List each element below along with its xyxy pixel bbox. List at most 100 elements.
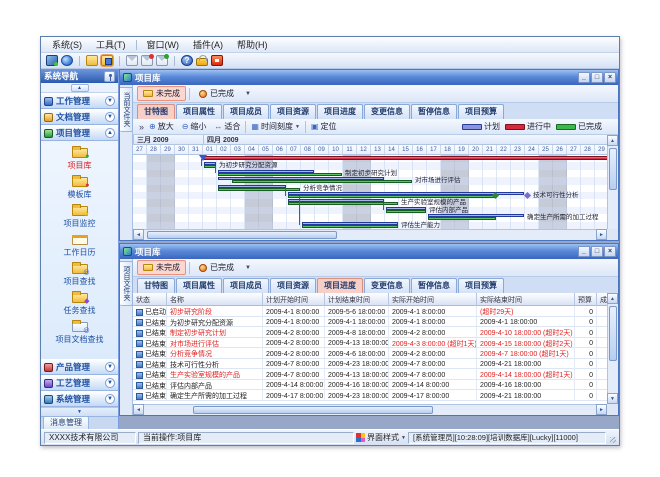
gantt-tab-5[interactable]: 变更信息 [364, 104, 410, 119]
ui-style-label[interactable]: 界面样式 [367, 432, 399, 443]
column-header-5[interactable]: 实际结束时间 [477, 293, 575, 306]
folder-open-icon[interactable] [86, 55, 98, 66]
chevron-icon[interactable]: ▼ [105, 112, 115, 122]
actual-bar[interactable] [288, 202, 398, 205]
table-row[interactable]: 已结束评估内部产品2009-4-14 8:00:002009-4-16 18:0… [133, 380, 607, 391]
scroll-down-icon[interactable]: ▼ [607, 393, 618, 404]
actual-bar[interactable] [302, 225, 398, 228]
scroll-left-icon[interactable]: ◄ [133, 229, 144, 240]
actual-bar[interactable] [288, 195, 496, 198]
chevron-icon[interactable]: ▲ [105, 128, 115, 138]
style-dropdown-icon[interactable]: ▼ [401, 435, 406, 441]
actual-bar[interactable] [428, 217, 496, 220]
column-header-2[interactable]: 计划开始时间 [263, 293, 325, 306]
table-window-titlebar[interactable]: 项目库 _ □ × [120, 244, 618, 259]
pin-icon[interactable] [104, 71, 115, 82]
exit-icon[interactable] [211, 55, 223, 66]
gantt-tab-1[interactable]: 项目属性 [176, 104, 222, 119]
table-filter-1[interactable]: 已完成 [193, 260, 240, 275]
table-tab-1[interactable]: 项目属性 [176, 278, 222, 293]
gantt-tab-2[interactable]: 项目成员 [223, 104, 269, 119]
maximize-icon[interactable]: □ [591, 72, 603, 83]
dropdown-icon[interactable]: ▼ [295, 124, 300, 130]
column-header-0[interactable]: 状态 [133, 293, 167, 306]
column-header-4[interactable]: 实际开始时间 [389, 293, 477, 306]
table-tab-5[interactable]: 变更信息 [364, 278, 410, 293]
collapse-up-icon[interactable]: ▲ [71, 84, 89, 92]
chevron-icon[interactable]: ▼ [105, 362, 115, 372]
mail-recv-icon[interactable] [141, 55, 153, 66]
scroll-up-icon[interactable]: ▲ [607, 293, 618, 304]
sidebar-item-6[interactable]: 项目文档查找 [41, 319, 118, 345]
table-row[interactable]: 已结束对市场进行评估2009-4-2 8:00:002009-4-13 18:0… [133, 338, 607, 349]
vscroll-thumb[interactable] [609, 148, 617, 190]
sidebar-group-5[interactable]: 系统管理▼ [41, 391, 118, 407]
column-header-1[interactable]: 名称 [167, 293, 263, 306]
menu-item-3[interactable]: 插件(A) [186, 37, 230, 52]
scroll-left-icon[interactable]: ◄ [133, 404, 144, 415]
chevron-icon[interactable]: ▼ [105, 96, 115, 106]
sidebar-item-5[interactable]: 任务查找 [41, 290, 118, 316]
sidebar-item-4[interactable]: 项目查找 [41, 261, 118, 287]
globe-icon[interactable] [61, 55, 73, 66]
column-header-3[interactable]: 计划结束时间 [325, 293, 389, 306]
sidebar-group-2[interactable]: 项目管理▲ [41, 125, 118, 141]
message-manage-tab[interactable]: 消息管理 [41, 416, 118, 429]
sidebar-item-1[interactable]: 模板库 [41, 174, 118, 200]
table-row[interactable]: 已结束确定生产所需的加工过程2009-4-17 8:00:002009-4-23… [133, 390, 607, 401]
close-icon[interactable]: × [604, 246, 616, 257]
table-tab-7[interactable]: 项目预算 [458, 278, 504, 293]
table-row[interactable]: 已结束为初步研究分配资源2009-4-1 8:00:002009-4-1 18:… [133, 317, 607, 328]
gantt-tab-7[interactable]: 项目预算 [458, 104, 504, 119]
gantt-filter-1[interactable]: 已完成 [193, 86, 240, 101]
gantt-hscrollbar[interactable]: ◄► [133, 229, 607, 240]
project-folder-tab[interactable]: 项目文件夹 [120, 261, 133, 306]
tool-4[interactable]: ▣定位 [308, 121, 340, 132]
lock-icon[interactable] [196, 58, 208, 66]
table-row[interactable]: 已结束技术可行性分析2009-4-7 8:00:002009-4-23 18:0… [133, 359, 607, 370]
scroll-right-icon[interactable]: ► [596, 404, 607, 415]
close-icon[interactable]: × [604, 72, 616, 83]
sidebar-group-0[interactable]: 工作管理▼ [41, 93, 118, 109]
menu-item-4[interactable]: 帮助(H) [230, 37, 275, 52]
style-grid-icon[interactable] [356, 433, 365, 442]
table-row[interactable]: 已结束生产实验室规模的产品2009-4-7 8:00:002009-4-13 1… [133, 369, 607, 380]
filter-overflow-icon[interactable]: ▼ [245, 91, 251, 97]
hscroll-thumb[interactable] [147, 231, 337, 239]
table-tab-2[interactable]: 项目成员 [223, 278, 269, 293]
sidebar-item-3[interactable]: 工作日历 [41, 232, 118, 258]
sidebar-item-2[interactable]: 项目监控 [41, 203, 118, 229]
chevron-icon[interactable]: ▼ [105, 394, 115, 404]
gantt-tab-0[interactable]: 甘特图 [137, 104, 175, 119]
computer-icon[interactable] [46, 55, 58, 66]
actual-bar[interactable] [218, 173, 342, 176]
table-row[interactable]: 已启动初步研究阶段2009-4-1 8:00:002009-5-6 18:00:… [133, 306, 607, 317]
sidebar-group-1[interactable]: 文档管理▼ [41, 109, 118, 125]
chevron-icon[interactable]: ▼ [105, 378, 115, 388]
mail-send-icon[interactable] [156, 55, 168, 66]
resize-grip[interactable] [608, 433, 616, 443]
sidebar-group-4[interactable]: 工艺管理▼ [41, 375, 118, 391]
tools-overflow-icon[interactable]: » [139, 122, 144, 132]
maximize-icon[interactable]: □ [591, 246, 603, 257]
actual-bar[interactable] [386, 210, 426, 213]
table-filter-0[interactable]: 未完成 [137, 260, 186, 275]
menu-item-2[interactable]: 窗口(W) [140, 37, 187, 52]
sidebar-item-0[interactable]: 项目库 [41, 145, 118, 171]
tool-3[interactable]: ▦时间刻度▼ [248, 121, 303, 132]
folder-save-icon[interactable] [101, 55, 113, 66]
column-header-6[interactable]: 预算 [575, 293, 597, 306]
sidebar-group-3[interactable]: 产品管理▼ [41, 359, 118, 375]
gantt-vscrollbar[interactable]: ▲▼ [607, 135, 618, 240]
table-hscrollbar[interactable]: ◄► [133, 404, 607, 415]
gantt-filter-0[interactable]: 未完成 [137, 86, 186, 101]
minimize-icon[interactable]: _ [578, 72, 590, 83]
table-tab-6[interactable]: 暂停信息 [411, 278, 457, 293]
table-row[interactable]: 已结束分析竞争情况2009-4-2 8:00:002009-4-6 18:00:… [133, 348, 607, 359]
hscroll-thumb[interactable] [193, 406, 433, 414]
mail-icon[interactable] [126, 55, 138, 66]
table-vscrollbar[interactable]: ▲▼ [607, 293, 618, 404]
tool-0[interactable]: ⊕放大 [146, 121, 177, 132]
actual-bar[interactable] [218, 188, 300, 191]
menu-item-1[interactable]: 工具(T) [89, 37, 133, 52]
